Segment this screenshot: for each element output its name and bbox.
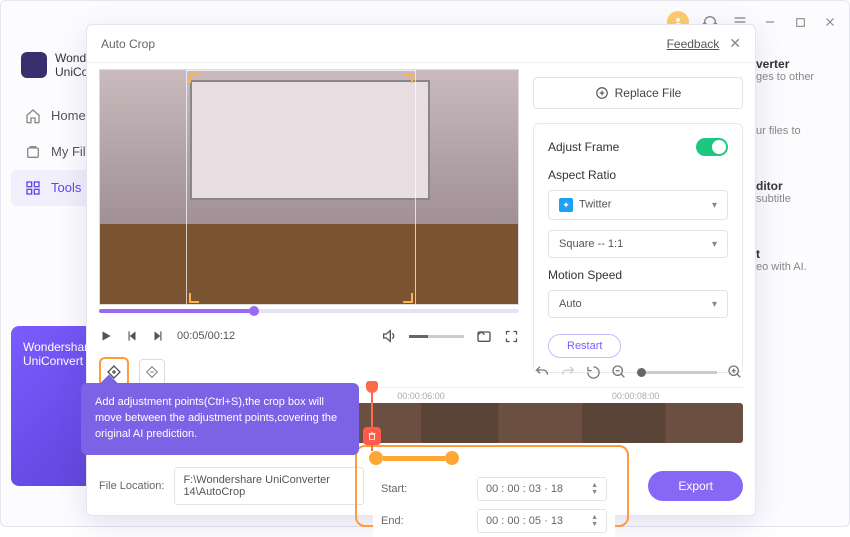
undo-icon[interactable] [534,364,550,380]
crop-handle[interactable] [189,293,199,303]
volume-slider[interactable] [409,335,464,338]
end-time-input[interactable]: 00 : 00 : 05 · 13 ▲▼ [477,509,607,533]
list-item[interactable]: ur files to [756,119,846,143]
range-start-handle[interactable] [369,451,383,465]
playhead[interactable] [366,381,378,393]
file-location-label: File Location: [99,480,164,492]
replace-label: Replace File [615,86,682,100]
seek-bar[interactable] [99,309,519,313]
crop-box[interactable] [186,70,416,306]
files-icon [25,144,41,160]
volume-icon[interactable] [381,328,397,344]
reset-icon[interactable] [586,365,601,380]
list-item[interactable]: verterges to other [756,51,846,89]
replace-file-button[interactable]: Replace File [533,77,743,109]
nav-label: Home [51,108,86,123]
chevron-down-icon: ▾ [712,239,717,250]
close-icon[interactable] [821,13,839,31]
twitter-icon: ✦ [559,198,573,212]
tools-icon [25,180,41,196]
start-label: Start: [381,483,407,495]
logo-icon [21,52,47,78]
modal-header: Auto Crop Feedback ✕ [87,25,755,63]
chevron-down-icon: ▾ [712,299,717,310]
close-icon[interactable]: ✕ [729,35,741,52]
feature-cards: verterges to other ur files to ditorsubt… [756,51,846,279]
delete-keyframe-button[interactable] [139,359,165,385]
restart-button[interactable]: Restart [548,334,621,358]
timecode: 00:05/00:12 [177,330,235,342]
settings-panel: Replace File Adjust Frame Aspect Ratio ✦… [533,77,743,373]
range-bar[interactable] [383,456,445,461]
adjust-frame-label: Adjust Frame [548,140,619,154]
adjust-frame-toggle[interactable] [696,138,728,156]
minimize-icon[interactable] [761,13,779,31]
list-item[interactable]: teo with AI. [756,241,846,279]
snapshot-icon[interactable] [476,328,492,344]
crop-handle[interactable] [403,293,413,303]
start-time-input[interactable]: 00 : 00 : 03 · 18 ▲▼ [477,477,607,501]
motion-speed-label: Motion Speed [548,268,728,282]
feedback-link[interactable]: Feedback [667,37,720,51]
file-location-input[interactable]: F:\Wondershare UniConverter 14\AutoCrop [174,467,364,505]
nav-label: Tools [51,180,81,195]
aspect-ratio-label: Aspect Ratio [548,168,728,182]
stepper[interactable]: ▲▼ [591,514,598,528]
prev-frame-icon[interactable] [125,329,139,343]
list-item[interactable]: ditorsubtitle [756,173,846,211]
range-time-inputs: Start: 00 : 00 : 03 · 18 ▲▼ End: 00 : 00… [373,473,615,537]
chevron-down-icon: ▾ [712,200,717,211]
redo-icon[interactable] [560,364,576,380]
keyframe-tooltip: Add adjustment points(Ctrl+S),the crop b… [81,383,359,455]
zoom-slider[interactable] [637,371,717,374]
range-end-handle[interactable] [445,451,459,465]
delete-marker-icon[interactable] [363,427,381,445]
stepper[interactable]: ▲▼ [591,482,598,496]
end-label: End: [381,515,404,527]
player-controls: 00:05/00:12 [99,321,519,351]
video-preview[interactable] [99,69,519,305]
aspect-platform-select[interactable]: ✦Twitter ▾ [548,190,728,220]
aspect-ratio-select[interactable]: Square -- 1:1 ▾ [548,230,728,258]
motion-speed-select[interactable]: Auto ▾ [548,290,728,318]
crop-handle[interactable] [403,73,413,83]
next-frame-icon[interactable] [151,329,165,343]
zoom-in-icon[interactable] [727,364,743,380]
export-button[interactable]: Export [648,471,743,501]
autocrop-modal: Auto Crop Feedback ✕ 00:05/00:12 Repla [86,24,756,516]
range-handles[interactable] [369,451,459,465]
modal-title: Auto Crop [101,37,155,51]
crop-handle[interactable] [189,73,199,83]
home-icon [25,108,41,124]
zoom-out-icon[interactable] [611,364,627,380]
play-icon[interactable] [99,329,113,343]
maximize-icon[interactable] [791,13,809,31]
plus-circle-icon [595,86,609,100]
fullscreen-icon[interactable] [504,329,519,344]
